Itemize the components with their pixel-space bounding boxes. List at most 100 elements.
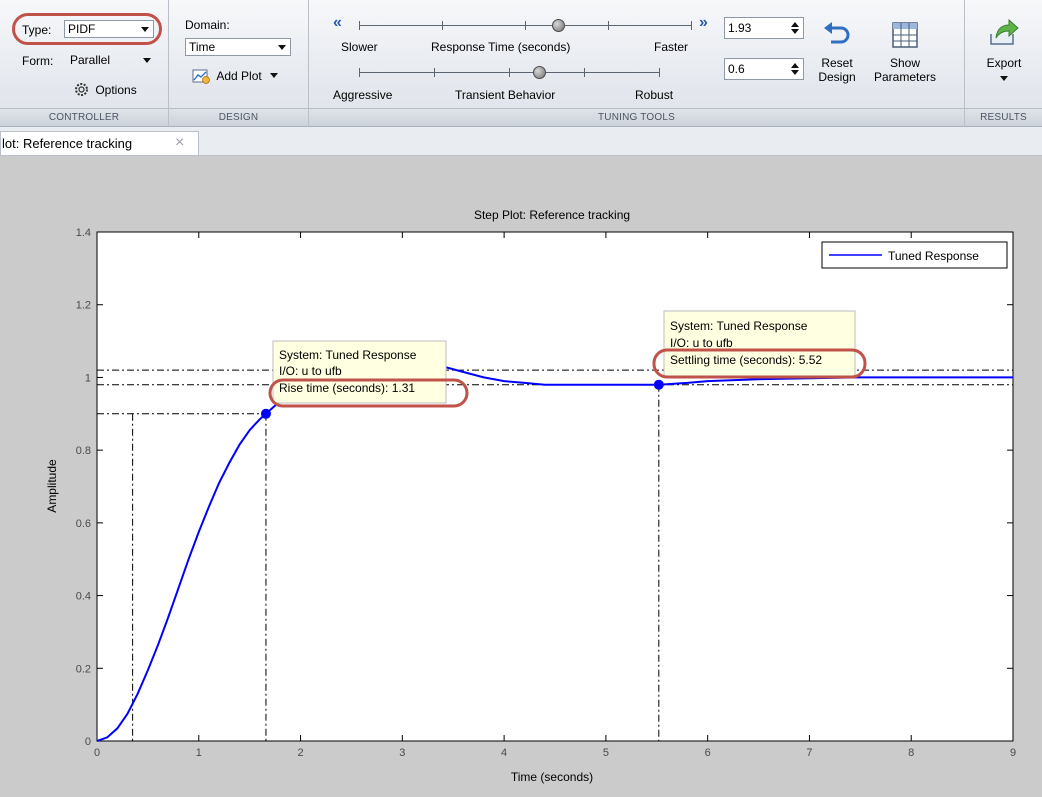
y-axis-label: Amplitude [45,459,59,513]
robust-label: Robust [635,88,674,102]
reset-design-button[interactable]: Reset Design [814,16,860,100]
slider-tick [359,21,360,30]
settling-time-datatip[interactable]: System: Tuned Response I/O: u to ufb Set… [652,310,867,379]
tab-reference-tracking[interactable]: lot: Reference tracking × [0,131,199,155]
datatip-system: System: Tuned Response [279,348,417,362]
y-tick-label: 1.4 [76,227,91,239]
export-icon [990,18,1019,45]
document-tab-bar: lot: Reference tracking × [0,127,1042,156]
legend-label: Tuned Response [888,249,979,263]
datatip-system: System: Tuned Response [670,319,808,333]
response-time-spinner[interactable]: 1.93 [724,17,804,39]
type-highlight-annotation [12,13,162,45]
slider-tick [434,68,435,77]
gear-icon [75,83,88,96]
domain-value: Time [189,40,216,54]
chevron-down-icon [1000,76,1008,81]
spin-up-icon[interactable] [791,63,799,68]
reset-label-2: Design [818,70,856,84]
slower-arrow-button[interactable]: « [333,14,342,32]
x-tick-label: 8 [908,747,914,759]
step-plot[interactable]: Step Plot: Reference tracking 0 1 2 3 4 5 6 7 8 9… [0,156,1042,797]
response-time-label: Response Time (seconds) [431,40,571,54]
faster-label: Faster [654,40,689,54]
options-button[interactable]: Options [74,82,137,97]
form-value: Parallel [70,53,111,67]
x-tick-label: 9 [1010,747,1016,759]
spin-up-icon[interactable] [791,22,799,27]
x-tick-label: 1 [196,747,202,759]
y-tick-label: 1 [85,372,91,384]
chevron-down-icon [278,45,286,50]
y-tick-label: 0.4 [76,591,91,603]
show-parameters-button[interactable]: Show Parameters [869,16,941,100]
chevron-down-icon [143,58,151,63]
x-axis-label: Time (seconds) [511,770,593,784]
x-tick-label: 2 [297,747,303,759]
slider-tick [442,21,443,30]
datatip-io: I/O: u to ufb [279,364,342,378]
design-section: Domain: Time Add Plot DESIGN [169,0,309,126]
y-tick-label: 0.2 [76,663,91,675]
slider-tick [608,21,609,30]
datatip-rise-time: Rise time (seconds): 1.31 [279,381,415,395]
slider-tick [359,68,360,77]
aggressive-label: Aggressive [333,88,393,102]
plot-title: Step Plot: Reference tracking [474,208,630,222]
rise-end-marker[interactable] [260,408,271,419]
datatip-io: I/O: u to ufb [670,336,733,350]
faster-arrow-button[interactable]: » [699,14,708,32]
export-button[interactable]: Export [973,14,1035,100]
close-icon[interactable]: × [175,134,184,152]
form-label: Form: [22,54,54,68]
toolstrip: Type: PIDF Form: Parallel Options CONTRO… [0,0,1042,127]
add-plot-button[interactable]: Add Plot [192,68,279,84]
tuning-section: « » Slower Response Time (seconds) Faste… [309,0,965,126]
design-section-label: DESIGN [169,108,308,126]
results-section-label: RESULTS [965,108,1042,126]
slider-tick [659,68,660,77]
transient-spinner[interactable]: 0.6 [724,58,804,80]
tab-label: lot: Reference tracking [2,136,133,151]
add-plot-icon [192,69,210,84]
legend[interactable]: Tuned Response [821,241,1008,269]
x-tick-label: 5 [603,747,609,759]
options-label: Options [95,83,137,97]
response-time-value: 1.93 [728,21,752,35]
slider-tick [584,68,585,77]
axes-background [96,231,1014,742]
form-dropdown[interactable]: Parallel [66,51,156,69]
results-section: Export RESULTS [965,0,1042,126]
plot-figure: Step Plot: Reference tracking 0 1 2 3 4 5 6 7 8 9… [0,156,1042,797]
add-plot-label: Add Plot [216,69,262,83]
x-tick-label: 4 [501,747,507,759]
response-time-slider-thumb[interactable] [552,19,566,32]
chevron-down-icon [270,73,279,78]
spin-down-icon[interactable] [791,29,799,34]
transient-value: 0.6 [728,62,745,76]
domain-label: Domain: [185,18,230,32]
slider-tick [525,21,526,30]
rise-time-datatip[interactable]: System: Tuned Response I/O: u to ufb Ris… [268,340,469,408]
x-tick-label: 6 [705,747,711,759]
settling-marker[interactable] [653,379,664,390]
spin-down-icon[interactable] [791,70,799,75]
table-icon [892,22,918,48]
x-tick-label: 0 [94,747,100,759]
y-tick-label: 0.6 [76,518,91,530]
show-label-1: Show [889,56,921,70]
controller-section: Type: PIDF Form: Parallel Options CONTRO… [0,0,169,126]
x-tick-label: 7 [806,747,812,759]
y-tick-label: 0 [85,736,91,748]
export-label: Export [986,56,1022,70]
slider-tick [509,68,510,77]
transient-behavior-label: Transient Behavior [455,88,556,102]
slider-tick [691,21,692,30]
domain-dropdown[interactable]: Time [185,38,291,56]
datatip-settling-time: Settling time (seconds): 5.52 [670,353,822,367]
tuning-section-label: TUNING TOOLS [309,108,964,126]
reset-label-1: Reset [821,56,853,70]
undo-arrow-icon [824,22,850,44]
x-tick-label: 3 [399,747,405,759]
transient-slider-thumb[interactable] [533,66,546,79]
